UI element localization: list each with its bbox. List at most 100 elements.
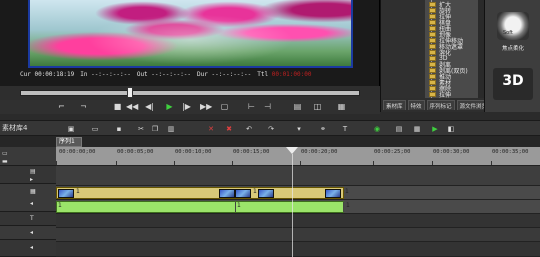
- audio-track-icon[interactable]: ◂: [30, 229, 33, 236]
- track-audio-icon[interactable]: ◂: [30, 200, 33, 207]
- grid-icon[interactable]: ▦: [412, 124, 422, 134]
- folder-icon: [429, 91, 436, 97]
- clip-divider: [235, 202, 236, 212]
- ruler-tick: [56, 161, 57, 165]
- clip-divider: [343, 202, 344, 212]
- timecode-out: Out --:--:--:--: [136, 71, 192, 78]
- settings-icon[interactable]: ▦: [336, 102, 347, 112]
- 3d-effect-icon[interactable]: 3D: [493, 68, 533, 100]
- ruler-tick: [300, 161, 301, 165]
- clip-label: 1: [76, 188, 80, 195]
- insert-icon[interactable]: ⊢: [246, 102, 257, 112]
- tab-sequence-markers[interactable]: 序列标记: [426, 100, 455, 110]
- link-icon[interactable]: ⚭: [318, 124, 328, 134]
- timeline-tracks: 1 1 1 1 1 1: [56, 166, 540, 257]
- open-folder-icon[interactable]: ▭: [90, 124, 100, 134]
- timecode-cur: Cur 00:00:18:19: [20, 71, 75, 78]
- ruler-tick-label: 00:00:20;00: [301, 149, 338, 155]
- ruler-tick-label: 00:00:25;00: [374, 149, 411, 155]
- copy-icon[interactable]: ❐: [150, 124, 160, 134]
- delete-icon[interactable]: ✕: [206, 124, 216, 134]
- save-icon[interactable]: ▪: [114, 124, 124, 134]
- 3d-effect-label: 3D: [502, 73, 524, 89]
- mark-in-icon[interactable]: ⌐: [56, 102, 67, 112]
- ruler-tick: [373, 161, 374, 165]
- track-collapse-icon[interactable]: ▸: [30, 176, 33, 183]
- timecode-ttl: Ttl 00:01:00:00: [257, 71, 312, 78]
- effect-tree: 扩大 旋转 拉伸 棋盘 扭曲 划像 拉伸移动 移动遮罩 溶化 3D 剥离 剥离(…: [381, 0, 485, 98]
- track-lane-audio: 1 1 1: [56, 200, 540, 214]
- clip-thumbnail: [235, 189, 251, 198]
- overwrite-icon[interactable]: ⊣: [262, 102, 273, 112]
- tree-item[interactable]: 拉伸: [429, 90, 451, 98]
- transport-controls: ⌐ ¬ ■ ◀◀ ◀| ▶ |▶ ▶▶ ▢ ⊢ ⊣ ▤ ◫ ▦: [0, 100, 380, 114]
- ruler-tick: [232, 161, 233, 165]
- options-icon[interactable]: ◧: [446, 124, 456, 134]
- fast-forward-icon[interactable]: ▶▶: [200, 102, 212, 112]
- scrub-slider-handle[interactable]: [127, 87, 133, 98]
- preview-glow: [30, 0, 351, 66]
- ruler-tick: [174, 161, 175, 165]
- soft-effect-label: Soft: [503, 30, 513, 36]
- ruler-tick-label: 00:00:30;00: [433, 149, 470, 155]
- track-visibility-icon[interactable]: ▤: [30, 168, 36, 175]
- play-icon[interactable]: ▶: [164, 102, 175, 112]
- mark-out-icon[interactable]: ¬: [78, 102, 89, 112]
- record-icon[interactable]: ◉: [372, 124, 382, 134]
- paste-icon[interactable]: ▥: [166, 124, 176, 134]
- track-lock-icon[interactable]: ▭: [2, 150, 8, 157]
- title-track-icon[interactable]: T: [30, 215, 34, 222]
- track-header-audio-1: ◂: [0, 226, 56, 240]
- clip-thumbnail: [258, 189, 274, 198]
- scrub-slider-track[interactable]: [20, 90, 360, 96]
- ruler-tick-label: 00:00:35;00: [492, 149, 529, 155]
- cut-icon[interactable]: ✂: [136, 124, 146, 134]
- redo-icon[interactable]: ↷: [266, 124, 276, 134]
- ruler-tick-label: 00:00:05;00: [117, 149, 154, 155]
- track-header-ruler: ▭ ▬: [0, 147, 56, 166]
- audio-track-icon[interactable]: ◂: [30, 244, 33, 251]
- track-header-audio-2: ◂: [0, 240, 56, 257]
- stop-icon[interactable]: ■: [112, 102, 123, 112]
- scrub-row: [0, 86, 380, 100]
- library-panel: 扩大 旋转 拉伸 棋盘 扭曲 划像 拉伸移动 移动遮罩 溶化 3D 剥离 剥离(…: [380, 0, 491, 112]
- track-header-video-1: ▦ ◂: [0, 184, 56, 212]
- track-sync-icon[interactable]: ▬: [2, 158, 8, 165]
- ripple-delete-icon[interactable]: ✖: [224, 124, 234, 134]
- clip-label: 1: [346, 202, 350, 209]
- video-preview[interactable]: [28, 0, 353, 68]
- ruler-tick-label: 00:00:10;00: [175, 149, 212, 155]
- video-clip[interactable]: 1 1 1: [56, 187, 349, 199]
- ruler-tick: [432, 161, 433, 165]
- track-lane-title: [56, 214, 540, 228]
- loop-icon[interactable]: ▢: [219, 102, 230, 112]
- track-lane-audio-2: [56, 242, 540, 257]
- step-back-icon[interactable]: ◀|: [144, 102, 155, 112]
- title-icon[interactable]: T: [340, 124, 350, 134]
- timeline-toolbar: ▣ ▭ ▪ ✂ ❐ ▥ ✕ ✖ ↶ ↷ ▾ ⚭ T ◉ ▤ ▦ ▶ ◧: [0, 120, 540, 136]
- clip-label: 1: [58, 202, 62, 209]
- timeline-ruler[interactable]: 00:00:00;00 00:00:05;00 00:00:10;00 00:0…: [56, 147, 540, 166]
- clip-thumbnail: [219, 189, 235, 198]
- playhead-handle[interactable]: [286, 147, 298, 154]
- undo-icon[interactable]: ↶: [244, 124, 254, 134]
- tab-sequence-1[interactable]: 序列1: [56, 137, 82, 147]
- app-window: Cur 00:00:18:19 In --:--:--:-- Out --:--…: [0, 0, 540, 257]
- track-headers: ▭ ▬ ▤ ▸ ▦ ◂ T ◂ ◂: [0, 147, 56, 257]
- soft-effect-caption: 焦点柔化: [501, 46, 524, 52]
- export-frame-icon[interactable]: ▤: [292, 102, 303, 112]
- step-forward-icon[interactable]: |▶: [181, 102, 192, 112]
- timecode-in: In --:--:--:--: [80, 71, 131, 78]
- new-bin-icon[interactable]: ▣: [66, 124, 76, 134]
- audio-clip[interactable]: 1 1 1: [56, 201, 350, 213]
- add-marker-icon[interactable]: ▾: [294, 124, 304, 134]
- mixer-icon[interactable]: ▤: [394, 124, 404, 134]
- tab-effects[interactable]: 特效: [407, 100, 425, 110]
- track-video-icon[interactable]: ▦: [30, 188, 36, 195]
- tab-asset-bin[interactable]: 素材库: [383, 100, 406, 110]
- camera-icon[interactable]: ◫: [312, 102, 323, 112]
- render-icon[interactable]: ▶: [430, 124, 440, 134]
- bin-label: 素材库4: [2, 124, 28, 132]
- rewind-icon[interactable]: ◀◀: [126, 102, 138, 112]
- track-header-video-1a: ▤ ▸: [0, 166, 56, 184]
